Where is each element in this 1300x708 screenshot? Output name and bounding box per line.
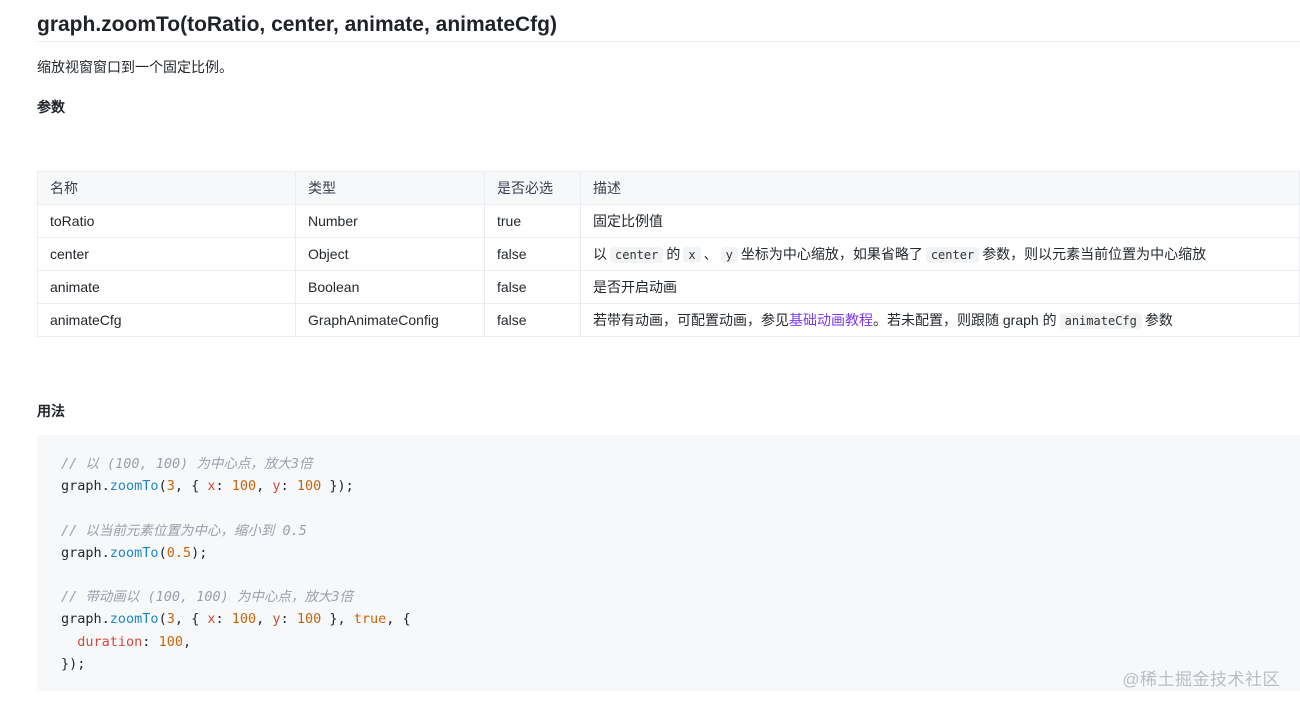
param-desc: 是否开启动画 <box>580 270 1300 304</box>
page-title: graph.zoomTo(toRatio, center, animate, a… <box>37 8 1300 42</box>
header-type: 类型 <box>295 171 485 205</box>
desc-text: 以 <box>593 246 607 262</box>
animation-tutorial-link[interactable]: 基础动画教程 <box>789 312 873 328</box>
desc-text: 。若未配置，则跟随 graph 的 <box>873 312 1057 328</box>
inline-code: x <box>683 247 701 263</box>
params-heading: 参数 <box>37 99 65 115</box>
code-key: duration <box>77 633 143 650</box>
desc-text: 坐标为中心缩放，如果省略了 <box>740 246 923 262</box>
param-type: Object <box>295 237 485 271</box>
code-fn: zoomTo <box>109 611 159 628</box>
method-description: 缩放视窗窗口到一个固定比例。 <box>37 59 233 75</box>
table-row: animate Boolean false 是否开启动画 <box>37 270 1300 304</box>
param-name: toRatio <box>37 204 296 238</box>
param-type: Boolean <box>295 270 485 304</box>
param-name: animateCfg <box>37 303 296 337</box>
code-content: // 以 (100, 100) 为中心点，放大3倍 graph.zoomTo(3… <box>61 456 411 672</box>
code-key: x <box>207 478 216 495</box>
param-required: true <box>484 204 581 238</box>
code-num: 0.5 <box>166 544 192 561</box>
inline-code: center <box>610 247 664 263</box>
table-row: toRatio Number true 固定比例值 <box>37 204 1300 238</box>
code-key: y <box>272 611 281 628</box>
code-num: 100 <box>296 478 322 495</box>
code-comment: // 带动画以 (100, 100) 为中心点，放大3倍 <box>61 589 354 606</box>
code-fn: zoomTo <box>109 544 159 561</box>
code-comment: // 以 (100, 100) 为中心点，放大3倍 <box>61 456 313 472</box>
inline-code: center <box>925 247 980 263</box>
table-row: center Object false 以 center 的 x、 y 坐标为中心缩放，如… <box>37 237 1300 271</box>
desc-text: 、 <box>703 246 718 262</box>
header-name: 名称 <box>37 171 296 205</box>
doc-page: graph.zoomTo(toRatio, center, animate, a… <box>0 0 1300 708</box>
usage-heading: 用法 <box>37 403 65 419</box>
code-num: 100 <box>231 611 257 628</box>
inline-code: animateCfg <box>1059 313 1142 329</box>
code-obj: graph <box>61 544 102 561</box>
code-num: 100 <box>296 611 322 628</box>
header-required: 是否必选 <box>484 171 581 205</box>
header-description: 描述 <box>580 171 1300 205</box>
param-type: Number <box>295 204 485 238</box>
param-name: center <box>37 237 296 271</box>
code-obj: graph <box>61 478 102 495</box>
code-key: y <box>272 478 281 495</box>
param-desc: 若带有动画，可配置动画，参见基础动画教程。若未配置，则跟随 graph 的 ani… <box>580 303 1300 337</box>
code-fn: zoomTo <box>109 478 159 495</box>
param-required: false <box>484 270 581 304</box>
param-desc: 固定比例值 <box>580 204 1300 238</box>
params-table: 名称 类型 是否必选 描述 toRatio Number true 固定比例值 … <box>37 171 1300 337</box>
code-num: 100 <box>231 478 257 495</box>
param-required: false <box>484 303 581 337</box>
param-desc: 以 center 的 x、 y 坐标为中心缩放，如果省略了 center 参数，则以元素当前位… <box>580 237 1300 271</box>
param-required: false <box>484 237 581 271</box>
table-row: animateCfg GraphAnimateConfig false 若带有动… <box>37 303 1300 337</box>
param-name: animate <box>37 270 296 304</box>
code-obj: graph <box>61 611 102 628</box>
desc-text: 参数，则以元素当前位置为中心缩放 <box>982 246 1207 262</box>
desc-text: 的 <box>666 246 681 262</box>
code-num: 3 <box>166 478 175 495</box>
code-num: 3 <box>166 611 175 628</box>
desc-text: 参数 <box>1144 312 1173 328</box>
inline-code: y <box>720 247 738 263</box>
desc-text: 若带有动画，可配置动画，参见 <box>593 312 789 328</box>
code-bool: true <box>353 611 387 628</box>
code-block: // 以 (100, 100) 为中心点，放大3倍 graph.zoomTo(3… <box>37 435 1300 691</box>
table-header-row: 名称 类型 是否必选 描述 <box>37 171 1300 205</box>
code-comment: // 以当前元素位置为中心，缩小到 0.5 <box>61 522 307 539</box>
code-key: x <box>207 611 216 628</box>
code-num: 100 <box>158 633 183 650</box>
watermark: @稀土掘金技术社区 <box>1122 670 1280 689</box>
param-type: GraphAnimateConfig <box>295 303 485 337</box>
